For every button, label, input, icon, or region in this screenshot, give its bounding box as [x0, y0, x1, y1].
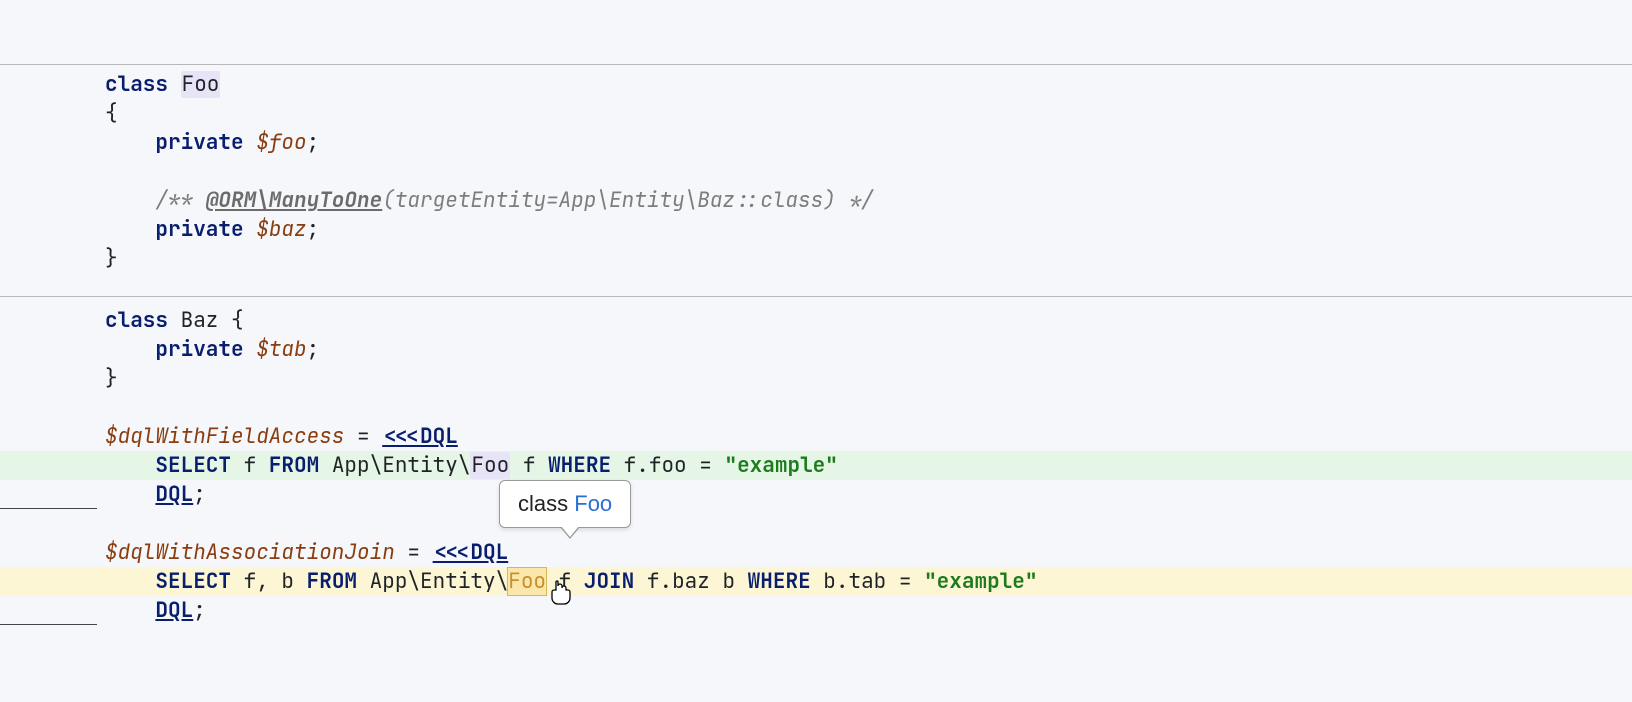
code-line[interactable]: DQL; — [0, 596, 1632, 625]
assign-eq: = — [344, 423, 382, 450]
sql-where: WHERE — [748, 568, 811, 595]
code-line[interactable]: { — [0, 99, 1632, 128]
variable-foo[interactable]: $foo — [256, 129, 306, 156]
code-block-foo: class Foo { private $foo; /** @ORM\ManyT… — [0, 70, 1632, 273]
code-line[interactable]: $dqlWithAssociationJoin = <<<DQL — [0, 538, 1632, 567]
sql-select: SELECT — [155, 568, 231, 595]
code-line[interactable]: } — [0, 364, 1632, 393]
string-example: "example" — [924, 568, 1037, 595]
entity-foo-hover[interactable]: Foo — [508, 568, 546, 595]
entity-prefix: App\Entity\ — [319, 452, 470, 479]
docblock-open: /** — [155, 187, 205, 214]
annotation-manytoone[interactable]: @ORM\ManyToOne — [206, 187, 382, 214]
sql-frag: f — [546, 568, 584, 595]
gutter-underline — [0, 508, 97, 509]
variable-dql1[interactable]: $dqlWithFieldAccess — [105, 423, 344, 450]
code-line[interactable]: class Foo — [0, 70, 1632, 99]
brace-close: } — [105, 365, 118, 392]
semicolon: ; — [307, 129, 320, 156]
keyword-class: class — [105, 307, 168, 334]
sql-from: FROM — [307, 568, 357, 595]
class-name-foo[interactable]: Foo — [181, 71, 221, 98]
sql-frag: b.tab = — [811, 568, 924, 595]
code-line[interactable]: private $tab; — [0, 335, 1632, 364]
variable-tab[interactable]: $tab — [256, 336, 306, 363]
sql-frag: f — [231, 452, 269, 479]
sql-frag: f, b — [231, 568, 307, 595]
variable-baz[interactable]: $baz — [256, 216, 306, 243]
variable-dql2[interactable]: $dqlWithAssociationJoin — [105, 539, 395, 566]
sql-frag: f.baz b — [634, 568, 747, 595]
code-line[interactable]: DQL; — [0, 480, 1632, 509]
code-line[interactable]: /** @ORM\ManyToOne(targetEntity=App\Enti… — [0, 186, 1632, 215]
code-line[interactable]: class Baz { — [0, 306, 1632, 335]
string-example: "example" — [724, 452, 837, 479]
keyword-private: private — [155, 336, 243, 363]
heredoc-close: DQL — [155, 597, 193, 624]
sql-from: FROM — [269, 452, 319, 479]
separator-mid — [0, 296, 1632, 297]
entity-foo[interactable]: Foo — [470, 452, 510, 479]
code-line-highlight-yellow[interactable]: SELECT f, b FROM App\Entity\Foo f JOIN f… — [0, 567, 1632, 596]
semicolon: ; — [193, 481, 206, 508]
separator-top — [0, 64, 1632, 65]
code-line[interactable]: } — [0, 244, 1632, 273]
brace-close: } — [105, 245, 118, 272]
tooltip-tail-icon — [560, 527, 580, 539]
heredoc-close: DQL — [155, 481, 193, 508]
tooltip-keyword: class — [518, 491, 574, 516]
heredoc-open: <<<DQL — [433, 539, 509, 566]
docblock-rest: (targetEntity=App\Entity\Baz::class) */ — [382, 187, 873, 214]
code-line[interactable]: $dqlWithFieldAccess = <<<DQL — [0, 422, 1632, 451]
brace-open: { — [218, 307, 243, 334]
entity-prefix: App\Entity\ — [357, 568, 508, 595]
code-block-dql1: $dqlWithFieldAccess = <<<DQL SELECT f FR… — [0, 422, 1632, 509]
sql-join: JOIN — [584, 568, 634, 595]
brace-open: { — [105, 100, 118, 127]
code-editor[interactable]: class Foo { private $foo; /** @ORM\ManyT… — [0, 0, 1632, 702]
sql-frag: f — [510, 452, 548, 479]
semicolon: ; — [307, 216, 320, 243]
sql-frag: f.foo = — [611, 452, 724, 479]
keyword-private: private — [155, 129, 243, 156]
keyword-class: class — [105, 71, 168, 98]
semicolon: ; — [307, 336, 320, 363]
code-block-baz: class Baz { private $tab; } — [0, 306, 1632, 393]
tooltip-classname: Foo — [574, 491, 612, 516]
semicolon: ; — [193, 597, 206, 624]
heredoc-open: <<<DQL — [382, 423, 458, 450]
class-name-baz[interactable]: Baz — [181, 307, 219, 334]
code-block-dql2: $dqlWithAssociationJoin = <<<DQL SELECT … — [0, 538, 1632, 625]
gutter-underline — [0, 624, 97, 625]
code-line[interactable]: private $baz; — [0, 215, 1632, 244]
sql-select: SELECT — [155, 452, 231, 479]
keyword-private: private — [155, 216, 243, 243]
quickdoc-tooltip: class Foo — [499, 480, 631, 528]
sql-where: WHERE — [548, 452, 611, 479]
code-line[interactable]: private $foo; — [0, 128, 1632, 157]
code-line-highlight-green[interactable]: SELECT f FROM App\Entity\Foo f WHERE f.f… — [0, 451, 1632, 480]
assign-eq: = — [395, 539, 433, 566]
